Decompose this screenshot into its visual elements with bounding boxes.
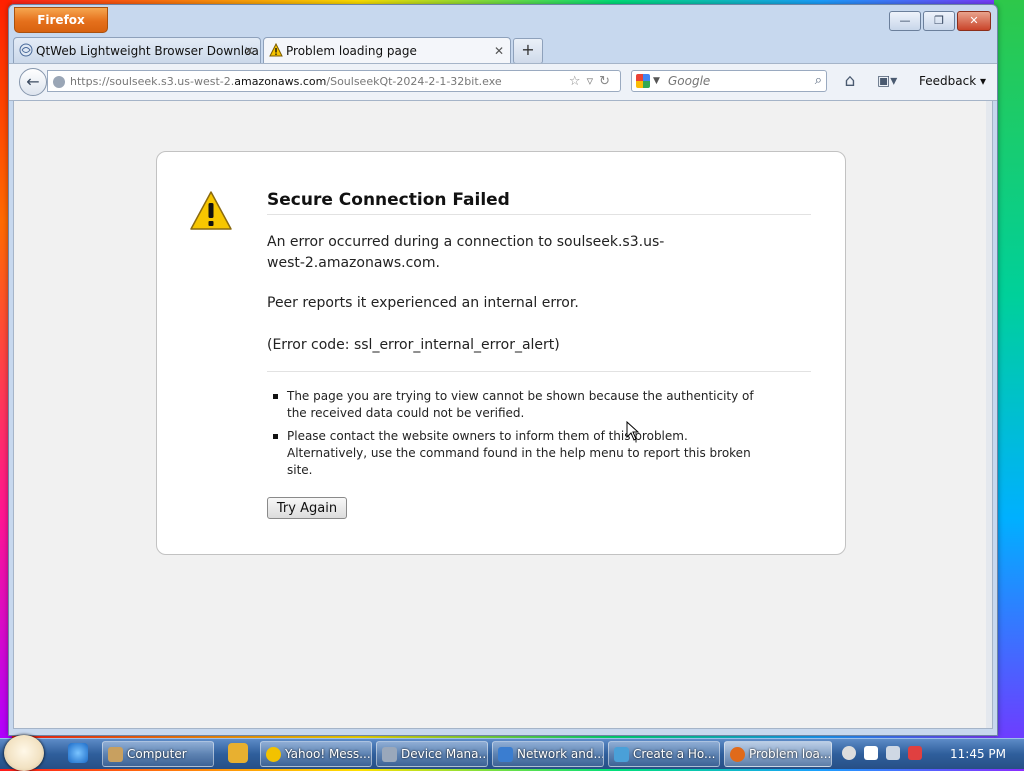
error-container: Secure Connection Failed An error occurr… xyxy=(156,151,846,555)
title-bar: Firefox — ❐ ✕ xyxy=(9,5,997,35)
taskbar: Computer Yahoo! Mess... Device Mana... N… xyxy=(0,735,1024,771)
start-button[interactable] xyxy=(4,735,44,771)
homegroup-icon xyxy=(614,747,629,762)
taskbar-item-label: Device Mana... xyxy=(401,747,488,761)
maximize-button[interactable]: ❐ xyxy=(923,11,955,31)
flag-icon[interactable] xyxy=(864,746,878,760)
divider xyxy=(267,371,811,372)
site-identity-icon[interactable] xyxy=(53,76,65,88)
desktop-background-right xyxy=(994,0,1024,740)
url-prefix: https://soulseek.s3.us-west-2. xyxy=(70,75,235,88)
back-button[interactable]: ← xyxy=(19,68,47,96)
list-item: The page you are trying to view cannot b… xyxy=(269,388,769,422)
bookmark-star-reload-icons[interactable]: ☆▿↻ xyxy=(569,71,616,91)
error-detail: Peer reports it experienced an internal … xyxy=(267,295,579,311)
device-manager-icon xyxy=(382,747,397,762)
taskbar-item-computer[interactable]: Computer xyxy=(102,741,214,767)
system-tray xyxy=(838,743,938,765)
firefox-icon xyxy=(730,747,745,762)
navigation-toolbar: ← https://soulseek.s3.us-west-2.amazonaw… xyxy=(9,63,997,101)
window-controls: — ❐ ✕ xyxy=(889,11,991,31)
url-domain: amazonaws.com xyxy=(234,75,327,88)
search-input[interactable] xyxy=(668,72,804,90)
new-tab-button[interactable]: + xyxy=(513,38,543,64)
chevron-down-icon[interactable]: ▼ xyxy=(653,71,660,91)
warning-favicon-icon xyxy=(269,43,283,57)
tab-problem-loading[interactable]: Problem loading page ✕ xyxy=(263,37,511,63)
network-icon xyxy=(498,747,513,762)
taskbar-item-device-manager[interactable]: Device Mana... xyxy=(376,741,488,767)
volume-muted-icon[interactable] xyxy=(908,746,922,760)
taskbar-item-yahoo-messenger[interactable]: Yahoo! Mess... xyxy=(260,741,372,767)
taskbar-item-label: Computer xyxy=(127,747,187,761)
url-path: /SoulseekQt-2024-2-1-32bit.exe xyxy=(326,75,502,88)
tab-title: QtWeb Lightweight Browser Downloa... xyxy=(36,44,261,58)
error-help-list: The page you are trying to view cannot b… xyxy=(269,388,769,485)
tab-close-icon[interactable]: ✕ xyxy=(494,38,504,63)
qtweb-favicon-icon xyxy=(19,43,33,57)
taskbar-item-label: Create a Ho... xyxy=(633,747,716,761)
close-window-button[interactable]: ✕ xyxy=(957,11,991,31)
tab-close-icon[interactable]: ✕ xyxy=(244,38,254,63)
yahoo-messenger-icon xyxy=(266,747,281,762)
list-item: Please contact the website owners to inf… xyxy=(269,428,769,479)
google-engine-icon[interactable] xyxy=(636,74,650,88)
taskbar-item-label: Network and... xyxy=(517,747,604,761)
mouse-cursor-icon xyxy=(626,421,640,441)
taskbar-item-label: Yahoo! Mess... xyxy=(285,747,371,761)
warning-icon xyxy=(190,191,232,230)
error-code: (Error code: ssl_error_internal_error_al… xyxy=(267,337,560,353)
search-bar[interactable]: ▼ ⌕ xyxy=(631,70,827,92)
try-again-button[interactable]: Try Again xyxy=(267,497,347,519)
media-player-icon[interactable] xyxy=(228,743,248,763)
error-message: An error occurred during a connection to… xyxy=(267,234,665,271)
firefox-menu-button[interactable]: Firefox xyxy=(14,7,108,33)
browser-window: Firefox — ❐ ✕ QtWeb Lightweight Browser … xyxy=(8,4,998,736)
page-content: Secure Connection Failed An error occurr… xyxy=(13,100,993,729)
feedback-button[interactable]: Feedback ▾ xyxy=(919,70,989,92)
tab-bar: QtWeb Lightweight Browser Downloa... ✕ P… xyxy=(13,37,993,64)
taskbar-item-firefox[interactable]: Problem loa... xyxy=(724,741,832,767)
internet-explorer-icon[interactable] xyxy=(68,743,88,763)
taskbar-item-network[interactable]: Network and... xyxy=(492,741,604,767)
computer-icon xyxy=(108,747,123,762)
network-tray-icon[interactable] xyxy=(886,746,900,760)
tray-messenger-icon[interactable] xyxy=(842,746,856,760)
taskbar-item-label: Problem loa... xyxy=(749,747,832,761)
home-button[interactable]: ⌂ xyxy=(839,70,861,92)
tab-title: Problem loading page xyxy=(286,44,417,58)
scrollbar[interactable] xyxy=(986,101,992,728)
tab-qtweb[interactable]: QtWeb Lightweight Browser Downloa... ✕ xyxy=(13,37,261,63)
search-icon[interactable]: ⌕ xyxy=(815,71,822,91)
bookmarks-button[interactable]: ▣▾ xyxy=(877,70,909,92)
minimize-button[interactable]: — xyxy=(889,11,921,31)
error-title: Secure Connection Failed xyxy=(267,190,811,215)
clock[interactable]: 11:45 PM xyxy=(948,739,1008,769)
url-bar[interactable]: https://soulseek.s3.us-west-2.amazonaws.… xyxy=(47,70,621,92)
taskbar-item-create-homegroup[interactable]: Create a Ho... xyxy=(608,741,720,767)
